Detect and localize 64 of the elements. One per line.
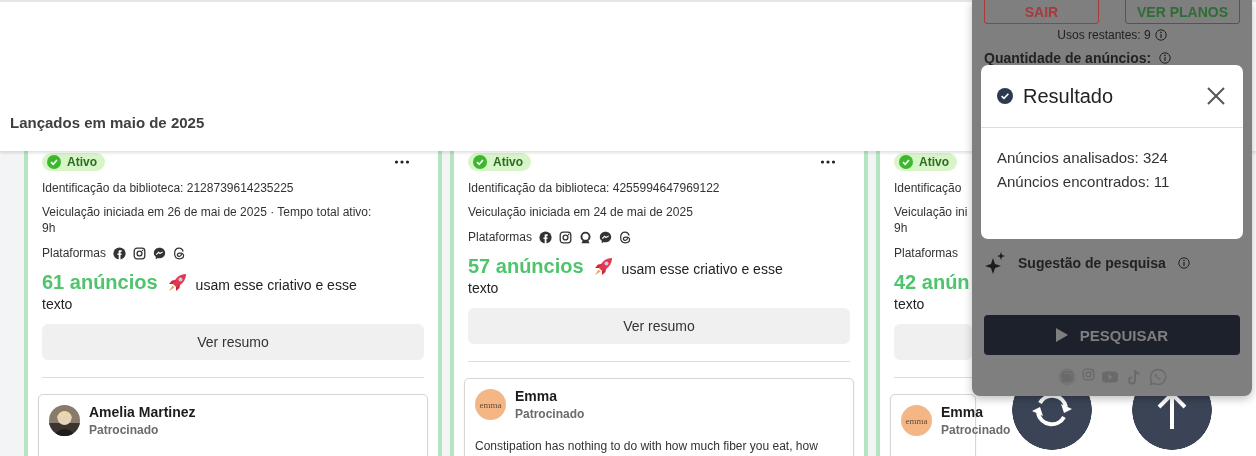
run-info: 9h bbox=[894, 220, 909, 236]
check-circle-icon bbox=[473, 155, 487, 169]
library-id: Identificação bbox=[894, 180, 963, 196]
more-icon[interactable] bbox=[820, 159, 836, 165]
ad-quantity-label: Quantidade de anúncios: bbox=[984, 50, 1152, 66]
advertiser-logo: emma bbox=[475, 389, 506, 420]
section-title: Lançados em maio de 2025 bbox=[10, 114, 205, 131]
run-info: 9h bbox=[42, 220, 57, 236]
remaining-uses: Usos restantes: 9 bbox=[1057, 28, 1151, 42]
status-label: Ativo bbox=[919, 155, 949, 169]
suggestion-label: Sugestão de pesquisa bbox=[1018, 255, 1166, 271]
platforms-label: Plataformas bbox=[894, 245, 959, 261]
search-button[interactable]: PESQUISAR bbox=[984, 315, 1240, 355]
instagram-icon bbox=[133, 246, 147, 260]
result-line: Anúncios analisados: 324 bbox=[997, 148, 1169, 168]
advertiser-name: Emma bbox=[515, 388, 559, 404]
advertiser-logo: emma bbox=[901, 405, 932, 436]
ad-count-text: texto bbox=[468, 280, 500, 296]
status-label: Ativo bbox=[67, 155, 97, 169]
instagram-icon bbox=[559, 230, 573, 244]
ad-text: Constipation has nothing to do with how much fiber you eat, how bbox=[475, 439, 819, 453]
library-id: Identificação da biblioteca: 2128739614235225 bbox=[42, 180, 295, 196]
more-icon[interactable] bbox=[394, 159, 410, 165]
run-info: Veiculação iniciada em 24 de mai de 2025 bbox=[468, 204, 694, 220]
sparkle-icon bbox=[984, 252, 1006, 274]
sponsored-label: Patrocinado bbox=[89, 423, 160, 437]
info-icon[interactable] bbox=[1177, 257, 1190, 269]
check-circle-icon bbox=[47, 155, 61, 169]
ad-count-text: texto bbox=[894, 296, 926, 312]
threads-icon bbox=[619, 230, 633, 244]
facebook-icon bbox=[113, 246, 127, 260]
play-icon bbox=[1055, 328, 1068, 342]
ad-count-text: texto bbox=[42, 296, 74, 312]
ad-count: 42 anún bbox=[894, 271, 970, 294]
platforms-label: Plataformas bbox=[42, 245, 107, 261]
ad-count-text: usam esse criativo e esse bbox=[195, 276, 357, 293]
info-icon[interactable] bbox=[1154, 29, 1167, 41]
refresh-button[interactable] bbox=[1012, 396, 1092, 450]
check-circle-icon bbox=[899, 155, 913, 169]
library-id: Identificação da biblioteca: 4255994647969122 bbox=[468, 180, 721, 196]
check-circle-icon bbox=[997, 88, 1013, 104]
summary-button[interactable]: Ver resumo bbox=[42, 324, 424, 360]
close-button[interactable] bbox=[1205, 85, 1227, 107]
sponsored-label: Patrocinado bbox=[941, 423, 1011, 437]
info-icon[interactable] bbox=[1159, 52, 1172, 64]
ad-count: 61 anúncios bbox=[42, 271, 158, 294]
ad-count: 57 anúncios bbox=[468, 255, 584, 278]
result-line: Anúncios encontrados: 11 bbox=[997, 172, 1171, 192]
advertiser-name: Amelia Martinez bbox=[89, 404, 196, 420]
sponsored-label: Patrocinado bbox=[515, 407, 585, 421]
platforms-label: Plataformas bbox=[468, 229, 533, 245]
run-info: Veiculação ini bbox=[894, 204, 969, 220]
messenger-icon bbox=[599, 230, 613, 244]
ad-count-text: usam esse criativo e esse bbox=[621, 260, 783, 277]
messenger-icon bbox=[153, 246, 167, 260]
scroll-top-button[interactable] bbox=[1132, 396, 1212, 450]
summary-button[interactable]: Ver resumo bbox=[468, 308, 850, 344]
audience-network-icon bbox=[579, 230, 593, 244]
status-label: Ativo bbox=[493, 155, 523, 169]
dialog-title: Resultado bbox=[1023, 84, 1115, 108]
facebook-icon bbox=[539, 230, 553, 244]
run-info: Veiculação iniciada em 26 de mai de 2025 · Tempo total ativo: bbox=[42, 204, 373, 220]
threads-icon bbox=[173, 246, 187, 260]
advertiser-name: Emma bbox=[941, 404, 985, 420]
